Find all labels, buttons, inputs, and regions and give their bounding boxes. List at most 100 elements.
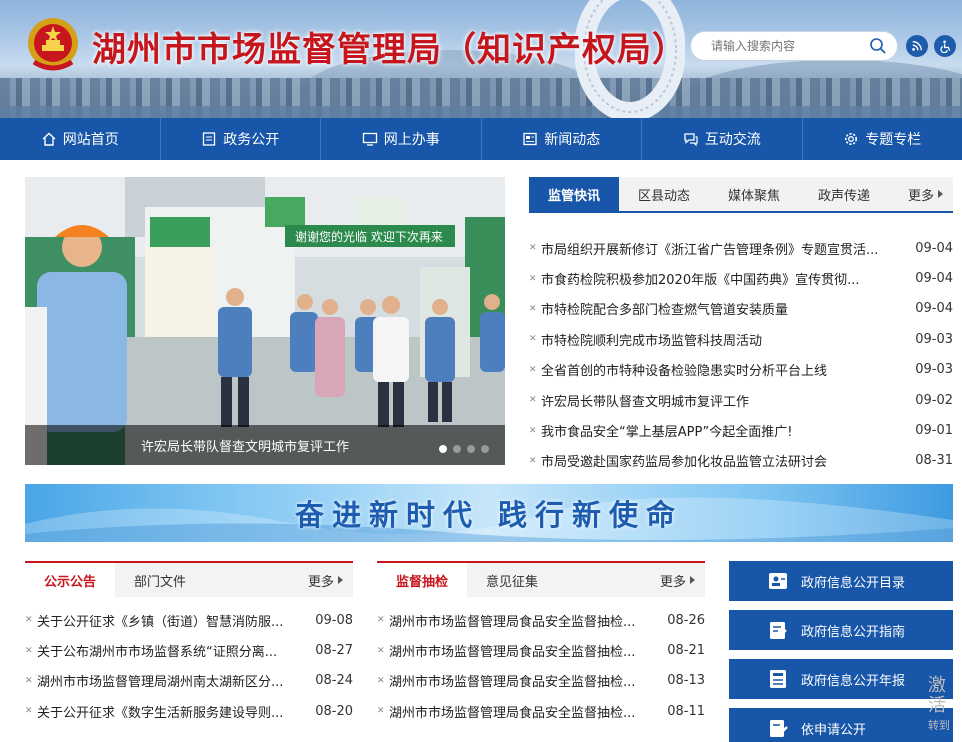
- info-catalog-button[interactable]: 政府信息公开目录: [729, 561, 953, 601]
- bullet-icon: ✕: [529, 303, 537, 314]
- news-title[interactable]: 市食药检院积极参加2020年版《中国药典》宣传贯彻...: [541, 269, 913, 288]
- list-item[interactable]: ✕ 市局受邀赴国家药监局参加化妆品监管立法研讨会 08-31: [529, 446, 953, 476]
- slider-dot[interactable]: [481, 445, 489, 453]
- slogan-banner[interactable]: 奋进新时代 践行新使命: [25, 484, 953, 542]
- list-item[interactable]: ✕ 湖州市市场监督管理局食品安全监督抽检... 08-11: [377, 696, 705, 726]
- inspection-list: ✕ 湖州市市场监督管理局食品安全监督抽检... 08-26 ✕ 湖州市市场监督管理局食…: [377, 605, 705, 727]
- info-annual-report-button[interactable]: 政府信息公开年报: [729, 659, 953, 699]
- rss-icon: [912, 41, 922, 51]
- news-date: 08-31: [915, 453, 953, 469]
- info-guide-button[interactable]: 政府信息公开指南: [729, 610, 953, 650]
- nav-item-news[interactable]: 新闻动态: [482, 118, 642, 160]
- bullet-icon: ✕: [25, 615, 33, 626]
- tab-media-focus[interactable]: 媒体聚焦: [709, 177, 799, 211]
- slider-dot[interactable]: [467, 445, 475, 453]
- tab-supervision-news[interactable]: 监管快讯: [529, 177, 619, 211]
- inspection-title[interactable]: 湖州市市场监督管理局食品安全监督抽检...: [389, 702, 665, 721]
- news-title[interactable]: 许宏局长带队督查文明城市复评工作: [541, 391, 913, 410]
- accessibility-button[interactable]: [934, 35, 956, 57]
- list-item[interactable]: ✕ 我市食品安全“掌上基层APP”今起全面推广! 09-01: [529, 415, 953, 445]
- apply-disclosure-button[interactable]: 依申请公开: [729, 708, 953, 742]
- notice-title[interactable]: 关于公布湖州市市场监督系统“证照分离...: [37, 641, 313, 660]
- bullet-icon: ✕: [25, 645, 33, 656]
- inspection-title[interactable]: 湖州市市场监督管理局食品安全监督抽检...: [389, 641, 665, 660]
- nav-item-home[interactable]: 网站首页: [0, 118, 161, 160]
- inspection-date: 08-26: [667, 612, 705, 628]
- bullet-icon: ✕: [377, 706, 385, 717]
- news-title[interactable]: 市局受邀赴国家药监局参加化妆品监管立法研讨会: [541, 451, 913, 470]
- nav-item-government-affairs[interactable]: 政务公开: [161, 118, 321, 160]
- list-item[interactable]: ✕ 许宏局长带队督查文明城市复评工作 09-02: [529, 385, 953, 415]
- search-input[interactable]: [711, 39, 869, 53]
- list-item[interactable]: ✕ 湖州市市场监督管理局食品安全监督抽检... 08-13: [377, 666, 705, 696]
- list-item[interactable]: ✕ 湖州市市场监督管理局湖州南太湖新区分... 08-24: [25, 666, 353, 696]
- inspection-title[interactable]: 湖州市市场监督管理局食品安全监督抽检...: [389, 611, 665, 630]
- more-arrow-icon: [338, 576, 343, 584]
- tab-policy-voice[interactable]: 政声传递: [799, 177, 889, 211]
- bullet-icon: ✕: [25, 675, 33, 686]
- rss-button[interactable]: [906, 35, 928, 57]
- slider-photo: 谢谢您的光临 欢迎下次再来: [25, 177, 505, 465]
- tab-department-documents[interactable]: 部门文件: [115, 563, 205, 597]
- list-item[interactable]: ✕ 湖州市市场监督管理局食品安全监督抽检... 08-21: [377, 635, 705, 665]
- list-item[interactable]: ✕ 市食药检院积极参加2020年版《中国药典》宣传贯彻... 09-04: [529, 263, 953, 293]
- header-banner: 湖州市市场监督管理局（知识产权局）: [0, 0, 962, 118]
- tab-opinion-collection[interactable]: 意见征集: [467, 563, 557, 597]
- notice-title[interactable]: 关于公开征求《乡镇（街道）智慧消防服...: [37, 611, 313, 630]
- notice-tabbar: 公示公告 部门文件 更多: [25, 561, 353, 597]
- monitor-icon: [362, 132, 377, 146]
- list-item[interactable]: ✕ 市特检院顺利完成市场监管科技周活动 09-03: [529, 324, 953, 354]
- side-button-label: 依申请公开: [801, 722, 867, 738]
- tab-public-notices[interactable]: 公示公告: [25, 563, 115, 597]
- inspection-tabbar: 监督抽检 意见征集 更多: [377, 561, 705, 597]
- nav-item-label: 新闻动态: [544, 132, 601, 148]
- nav-item-interaction[interactable]: 互动交流: [642, 118, 803, 160]
- bullet-icon: ✕: [377, 675, 385, 686]
- tab-county-news[interactable]: 区县动态: [619, 177, 709, 211]
- nav-item-special-topics[interactable]: 专题专栏: [803, 118, 962, 160]
- news-title[interactable]: 市特检院顺利完成市场监管科技周活动: [541, 330, 913, 349]
- side-button-label: 政府信息公开年报: [801, 673, 906, 689]
- notice-list: ✕ 关于公开征求《乡镇（街道）智慧消防服... 09-08 ✕ 关于公布湖州市市场监督…: [25, 605, 353, 727]
- nav-item-label: 政务公开: [223, 132, 280, 148]
- tab-supervision-inspection[interactable]: 监督抽检: [377, 563, 467, 597]
- slider-dot[interactable]: [439, 445, 447, 453]
- watermark-line: 激活: [928, 675, 946, 716]
- news-title[interactable]: 市局组织开展新修订《浙江省广告管理条例》专题宣贯活...: [541, 239, 913, 258]
- notice-title[interactable]: 湖州市市场监督管理局湖州南太湖新区分...: [37, 671, 313, 690]
- watermark-line: 转到: [928, 719, 950, 732]
- slider-dot[interactable]: [453, 445, 461, 453]
- inspection-title[interactable]: 湖州市市场监督管理局食品安全监督抽检...: [389, 671, 665, 690]
- bullet-icon: ✕: [377, 615, 385, 626]
- side-button-label: 政府信息公开目录: [801, 575, 906, 591]
- list-item[interactable]: ✕ 湖州市市场监督管理局食品安全监督抽检... 08-26: [377, 605, 705, 635]
- list-item[interactable]: ✕ 关于公开征求《乡镇（街道）智慧消防服... 09-08: [25, 605, 353, 635]
- search-box[interactable]: [690, 31, 898, 61]
- news-title[interactable]: 全省首创的市特种设备检验隐患实时分析平台上线: [541, 360, 913, 379]
- list-item[interactable]: ✕ 关于公布湖州市市场监督系统“证照分离... 08-27: [25, 635, 353, 665]
- notice-title[interactable]: 关于公开征求《数字生活新服务建设导则...: [37, 702, 313, 721]
- notice-more-link[interactable]: 更多: [308, 563, 353, 597]
- os-activation-watermark: 激活 转到: [928, 676, 962, 736]
- list-item[interactable]: ✕ 市局组织开展新修订《浙江省广告管理条例》专题宣贯活... 09-04: [529, 233, 953, 263]
- news-title[interactable]: 市特检院配合多部门检查燃气管道安装质量: [541, 299, 913, 318]
- news-more-link[interactable]: 更多: [908, 177, 953, 211]
- search-icon[interactable]: [869, 37, 887, 55]
- inspection-date: 08-21: [667, 643, 705, 659]
- bullet-icon: ✕: [529, 425, 537, 436]
- wheelchair-icon: [939, 40, 950, 53]
- list-item[interactable]: ✕ 关于公开征求《数字生活新服务建设导则... 08-20: [25, 696, 353, 726]
- news-date: 09-04: [915, 271, 953, 287]
- gear-icon: [845, 133, 858, 145]
- news-slider[interactable]: 谢谢您的光临 欢迎下次再来 许宏局长带队督查文明城市复评工作: [25, 177, 505, 465]
- side-button-label: 政府信息公开指南: [801, 624, 906, 640]
- nav-item-online-services[interactable]: 网上办事: [321, 118, 482, 160]
- list-item[interactable]: ✕ 市特检院配合多部门检查燃气管道安装质量 09-04: [529, 294, 953, 324]
- news-title[interactable]: 我市食品安全“掌上基层APP”今起全面推广!: [541, 421, 913, 440]
- bullet-icon: ✕: [529, 364, 537, 375]
- notice-date: 09-08: [315, 612, 353, 628]
- inspection-more-link[interactable]: 更多: [660, 563, 705, 597]
- list-item[interactable]: ✕ 全省首创的市特种设备检验隐患实时分析平台上线 09-03: [529, 355, 953, 385]
- inspection-date: 08-13: [667, 673, 705, 689]
- catalog-icon: [769, 573, 787, 589]
